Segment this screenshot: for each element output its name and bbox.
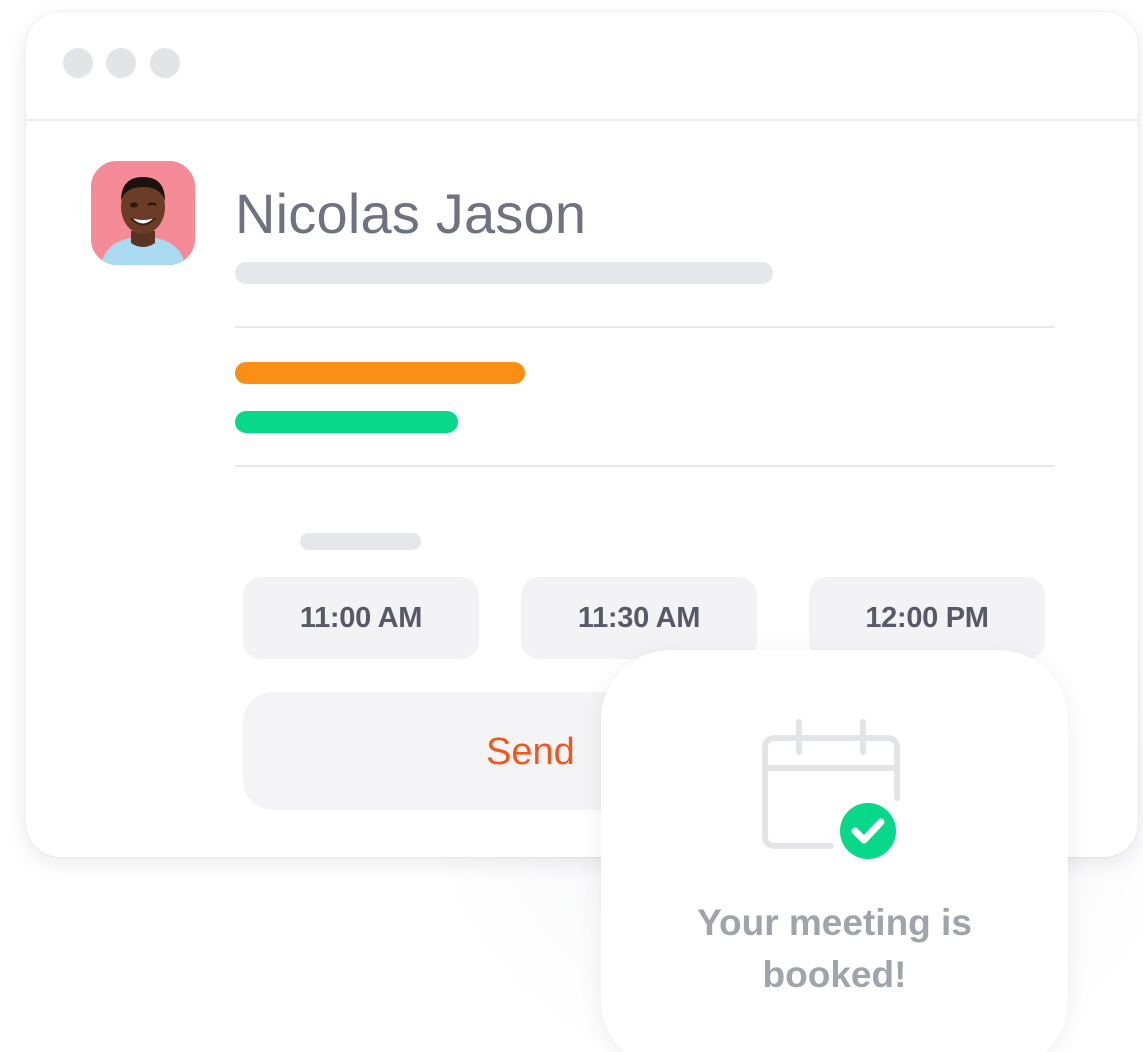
orange-progress-bar <box>235 362 525 384</box>
confirmation-message: Your meeting is booked! <box>601 897 1068 1001</box>
person-photo-icon <box>91 161 195 265</box>
section-label-placeholder <box>300 533 421 550</box>
window-dot[interactable] <box>63 48 93 78</box>
confirmation-line-1: Your meeting is <box>697 902 972 943</box>
send-button-label: Send <box>486 731 575 773</box>
confirmation-line-2: booked! <box>762 954 907 995</box>
time-slot-1130[interactable]: 11:30 AM <box>521 577 757 659</box>
calendar-check-icon <box>762 719 902 865</box>
time-slot-1200[interactable]: 12:00 PM <box>809 577 1045 659</box>
scene: Nicolas Jason 11:00 AM 11:30 AM 12:00 PM… <box>0 0 1143 1052</box>
booking-confirmation-card: Your meeting is booked! <box>601 650 1068 1052</box>
time-slot-1100[interactable]: 11:00 AM <box>243 577 479 659</box>
window-dot[interactable] <box>106 48 136 78</box>
window-titlebar <box>26 12 1138 121</box>
divider <box>235 326 1055 328</box>
avatar <box>91 161 195 265</box>
subtitle-placeholder <box>235 262 773 284</box>
green-progress-bar <box>235 411 458 433</box>
window-dot[interactable] <box>150 48 180 78</box>
divider <box>235 465 1055 467</box>
contact-name: Nicolas Jason <box>235 182 587 245</box>
